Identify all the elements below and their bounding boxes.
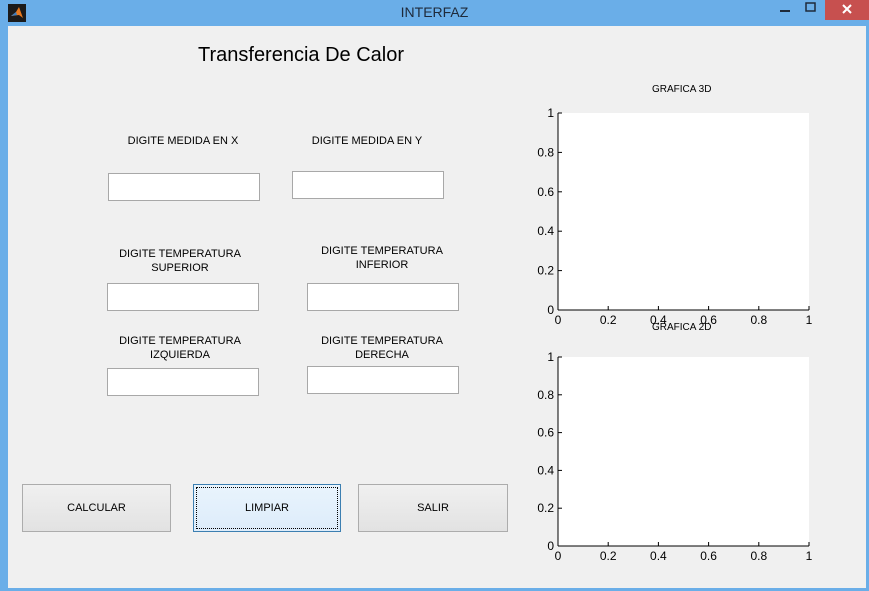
left-temp-label-line1: DIGITE TEMPERATURA — [119, 335, 241, 347]
main-panel: Transferencia De Calor DIGITE MEDIDA EN … — [8, 26, 866, 588]
title-bar: INTERFAZ — [0, 0, 869, 26]
y-tick-label: 0.4 — [537, 463, 554, 477]
limpiar-button[interactable]: LIMPIAR — [193, 484, 341, 532]
left-temp-label: DIGITE TEMPERATURA IZQUIERDA — [106, 334, 254, 362]
x-tick-label: 0 — [555, 313, 562, 327]
close-icon[interactable] — [825, 0, 869, 20]
x-tick-label: 0.2 — [600, 549, 617, 563]
y-tick-label: 0.8 — [537, 388, 554, 402]
x-measure-label: DIGITE MEDIDA EN X — [127, 135, 239, 147]
x-tick-label: 1 — [806, 549, 813, 563]
upper-temp-label-line2: SUPERIOR — [151, 262, 209, 274]
x-tick-label: 0.8 — [750, 549, 767, 563]
chart-3d-title: GRAFICA 3D — [652, 84, 712, 95]
plot-area — [558, 357, 809, 546]
window-title: INTERFAZ — [400, 4, 469, 20]
chart-3d[interactable]: 00.20.40.60.810 0.2 0.4 0.6 0.8 1 — [528, 106, 818, 328]
x-tick-label: 1 — [806, 313, 813, 327]
left-temp-label-line2: IZQUIERDA — [150, 349, 210, 361]
right-temp-label-line1: DIGITE TEMPERATURA — [321, 335, 443, 347]
y-tick-label: 0.4 — [537, 224, 554, 238]
x-tick-label: 0.4 — [650, 549, 667, 563]
x-measure-input[interactable] — [108, 173, 260, 201]
lower-temp-input[interactable] — [307, 283, 459, 311]
right-temp-input[interactable] — [307, 366, 459, 394]
plot-area — [558, 113, 809, 310]
y-tick-label: 0.2 — [537, 501, 554, 515]
y-tick-label: 0 — [547, 303, 554, 317]
upper-temp-label: DIGITE TEMPERATURA SUPERIOR — [106, 247, 254, 275]
y-tick-label: 0.6 — [537, 185, 554, 199]
lower-temp-label-line2: INFERIOR — [355, 259, 409, 271]
upper-temp-label-line1: DIGITE TEMPERATURA — [119, 248, 241, 260]
minimize-icon[interactable] — [773, 0, 797, 20]
upper-temp-input[interactable] — [107, 283, 259, 311]
y-tick-label: 0.6 — [537, 426, 554, 440]
page-title: Transferencia De Calor — [198, 44, 405, 66]
calcular-button[interactable]: CALCULAR — [22, 484, 171, 532]
x-tick-label: 0.6 — [700, 549, 717, 563]
maximize-icon[interactable] — [798, 0, 823, 20]
x-tick-label: 0.2 — [600, 313, 617, 327]
lower-temp-label: DIGITE TEMPERATURA INFERIOR — [308, 244, 456, 272]
y-tick-label: 0.2 — [537, 264, 554, 278]
right-temp-label: DIGITE TEMPERATURA DERECHA — [308, 334, 456, 362]
chart-2d[interactable]: 0 0.2 0.4 0.6 0.8 1 0 0.2 0.4 0.6 0.8 1 — [528, 348, 818, 566]
y-tick-label: 1 — [547, 350, 554, 364]
chart-2d-title: GRAFICA 2D — [652, 322, 712, 333]
x-tick-label: 0.8 — [750, 313, 767, 327]
salir-button[interactable]: SALIR — [358, 484, 508, 532]
y-tick-label: 0 — [547, 539, 554, 553]
left-temp-input[interactable] — [107, 368, 259, 396]
right-temp-label-line2: DERECHA — [355, 349, 409, 361]
y-tick-label: 0.8 — [537, 145, 554, 159]
y-tick-label: 1 — [547, 106, 554, 120]
y-measure-label: DIGITE MEDIDA EN Y — [311, 135, 423, 147]
lower-temp-label-line1: DIGITE TEMPERATURA — [321, 245, 443, 257]
x-tick-label: 0 — [555, 549, 562, 563]
y-measure-input[interactable] — [292, 171, 444, 199]
